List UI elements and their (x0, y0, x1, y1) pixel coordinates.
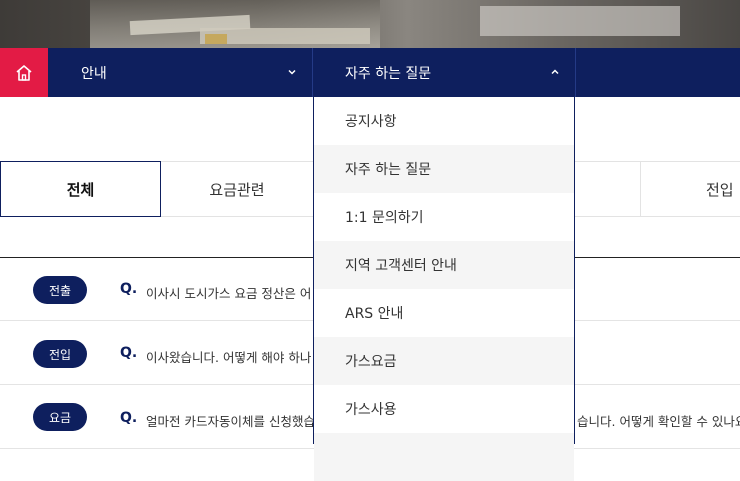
home-button[interactable] (0, 48, 48, 97)
category-badge: 요금 (33, 403, 87, 431)
dropdown-item-ars[interactable]: ARS 안내 (314, 289, 574, 337)
chevron-up-icon (551, 69, 559, 75)
home-icon (16, 64, 32, 81)
hero-banner-image (0, 0, 740, 48)
question-marker: Q. (120, 281, 138, 297)
nav-menu-info-label: 안내 (81, 65, 107, 82)
nav-menu-faq[interactable]: 자주 하는 질문 (313, 48, 576, 97)
category-badge: 전입 (33, 340, 87, 368)
tab-fee[interactable]: 요금관련 (161, 161, 313, 217)
dropdown-item-gas-fee[interactable]: 가스요금 (314, 337, 574, 385)
question-text-tail: 습니다. 어떻게 확인할 수 있나요 (577, 414, 740, 429)
dropdown-item-regional-center[interactable]: 지역 고객센터 안내 (314, 241, 574, 289)
question-text: 얼마전 카드자동이체를 신청했습 (146, 414, 315, 429)
question-text: 이사왔습니다. 어떻게 해야 하나 (146, 350, 312, 365)
dropdown-item-gas-usage[interactable]: 가스사용 (314, 385, 574, 433)
hero-note (205, 34, 227, 44)
tab-all[interactable]: 전체 (0, 161, 161, 217)
faq-dropdown-menu: 공지사항 자주 하는 질문 1:1 문의하기 지역 고객센터 안내 ARS 안내… (313, 97, 575, 481)
chevron-down-icon (288, 69, 296, 75)
tab-hidden-spacer[interactable] (575, 161, 640, 217)
question-text: 이사시 도시가스 요금 정산은 어 (146, 286, 312, 301)
dropdown-item-inquiry[interactable]: 1:1 문의하기 (314, 193, 574, 241)
dropdown-item-more[interactable] (314, 433, 574, 481)
nav-menu-faq-label: 자주 하는 질문 (345, 65, 432, 82)
dropdown-item-faq[interactable]: 자주 하는 질문 (314, 145, 574, 193)
hero-paper (480, 6, 680, 36)
category-badge: 전출 (33, 276, 87, 304)
dropdown-item-notice[interactable]: 공지사항 (314, 97, 574, 145)
question-marker: Q. (120, 345, 138, 361)
nav-menu-info[interactable]: 안내 (48, 48, 313, 97)
location-nav-bar: 안내 자주 하는 질문 (0, 48, 740, 97)
question-marker: Q. (120, 410, 138, 426)
tab-move-in[interactable]: 전입 (640, 161, 740, 217)
